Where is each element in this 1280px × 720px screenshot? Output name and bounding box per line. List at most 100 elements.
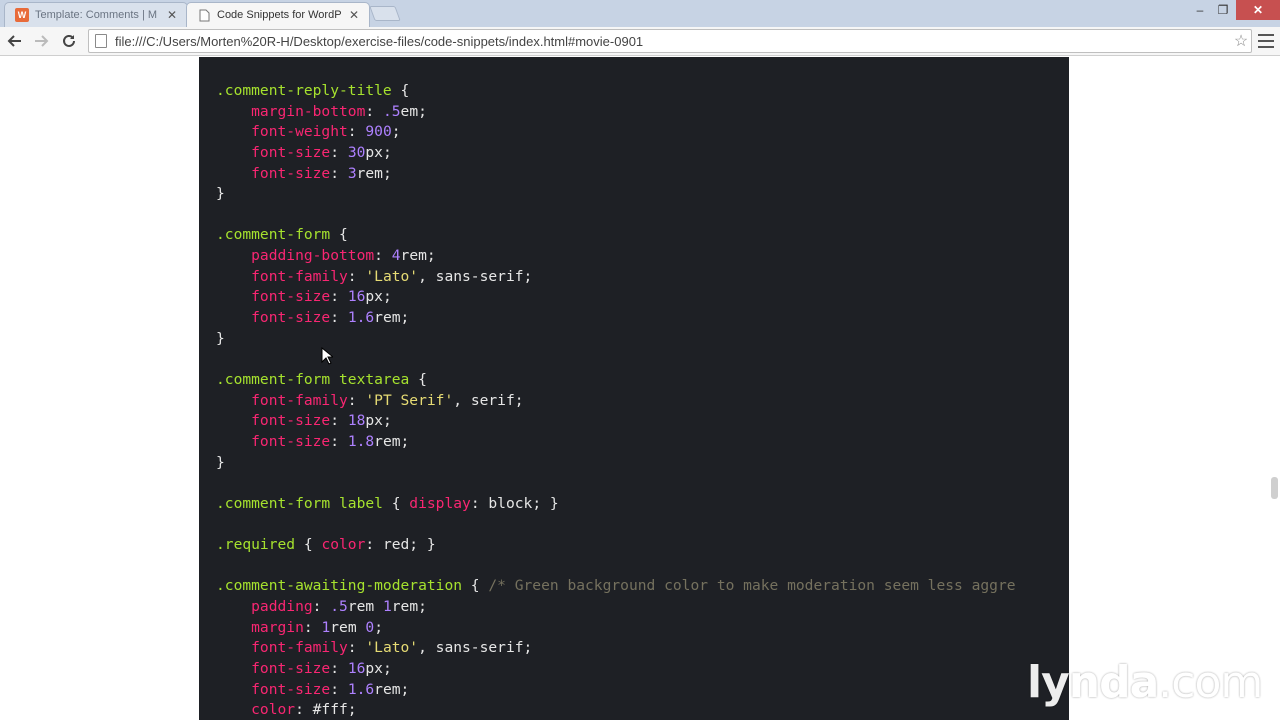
page-viewport: .comment-reply-title { margin-bottom: .5… (0, 57, 1280, 720)
code-line: font-size: 3rem; (216, 164, 1069, 185)
code-token-val: px; (365, 412, 392, 430)
page-icon (95, 34, 107, 48)
code-line: font-size: 1.6rem; (216, 308, 1069, 329)
code-line: .comment-form textarea { (216, 370, 1069, 391)
code-token-prop: font-size (216, 432, 331, 450)
code-token-num: 30 (347, 143, 366, 161)
address-bar[interactable]: file:///C:/Users/Morten%20R-H/Desktop/ex… (88, 29, 1252, 53)
scrollbar-thumb[interactable] (1271, 477, 1278, 499)
code-token-val: : (330, 143, 348, 161)
code-line: .comment-form label { display: block; } (216, 494, 1069, 515)
code-token-val: px; (365, 288, 392, 306)
code-token-val: : (347, 267, 366, 285)
code-line: font-family: 'PT Serif', serif; (216, 391, 1069, 412)
code-token-val: ; (374, 618, 383, 636)
code-token-val: rem; (374, 309, 410, 327)
close-tab-icon[interactable]: ✕ (347, 8, 361, 22)
code-token-val: : (330, 309, 348, 327)
code-token-prop: font-size (216, 164, 331, 182)
close-window-button[interactable]: ✕ (1236, 0, 1280, 20)
code-token-prop: padding (216, 598, 313, 616)
code-token-num: 0 (365, 618, 375, 636)
minimize-window-button[interactable]: – (1190, 0, 1210, 20)
hamburger-menu-icon[interactable] (1258, 32, 1274, 50)
forward-arrow-icon[interactable] (30, 30, 52, 52)
code-line: color: #fff; (216, 700, 1069, 720)
code-line: font-family: 'Lato', sans-serif; (216, 638, 1069, 659)
code-line: margin: 1rem 0; (216, 618, 1069, 639)
code-token-val: ; (391, 123, 401, 141)
new-tab-button[interactable] (369, 6, 401, 21)
code-token-val: px; (365, 143, 392, 161)
code-token-val: : (330, 659, 348, 677)
code-line: font-weight: 900; (216, 122, 1069, 143)
code-token-num: 1 (382, 598, 392, 616)
code-token-num: 900 (365, 123, 392, 141)
code-token-num: 16 (347, 659, 366, 677)
code-line: .comment-form { (216, 225, 1069, 246)
code-token-val: rem; (391, 598, 427, 616)
code-token-prop: font-size (216, 659, 331, 677)
watermark-suffix: .com (1158, 657, 1263, 708)
code-token-val: rem; (356, 164, 392, 182)
close-tab-icon[interactable]: ✕ (165, 8, 179, 22)
tab-code-snippets[interactable]: Code Snippets for WordP ✕ (186, 2, 370, 27)
code-token-val: em; (400, 102, 427, 120)
code-token-prop: font-size (216, 309, 331, 327)
code-token-prop: font-size (216, 143, 331, 161)
code-token-val: : (330, 432, 348, 450)
code-token-val: : (347, 123, 366, 141)
tab-title: Template: Comments | M (35, 9, 158, 21)
tab-template-comments[interactable]: W Template: Comments | M ✕ (4, 2, 188, 27)
code-token-val: , serif; (453, 391, 524, 409)
code-token-sel: .comment-awaiting-moderation (216, 577, 463, 595)
browser-toolbar: file:///C:/Users/Morten%20R-H/Desktop/ex… (0, 27, 1280, 56)
code-token-num: .5 (330, 598, 348, 616)
star-icon[interactable]: ☆ (1231, 31, 1251, 51)
code-line: .comment-awaiting-moderation { /* Green … (216, 576, 1069, 597)
code-token-val: { (295, 536, 322, 554)
code-token-num: 1.6 (347, 309, 375, 327)
code-token-prop: font-size (216, 288, 331, 306)
code-token-val: : block; } (470, 494, 559, 512)
code-token-num: 18 (347, 412, 366, 430)
code-line: .required { color: red; } (216, 535, 1069, 556)
back-arrow-icon[interactable] (4, 30, 26, 52)
code-token-prop: font-family (216, 639, 348, 657)
code-token-val: } (216, 329, 225, 347)
template-favicon-icon: W (15, 8, 29, 22)
code-line: font-size: 1.8rem; (216, 432, 1069, 453)
code-token-prop: font-family (216, 391, 348, 409)
code-token-sel: .comment-form textarea (216, 370, 410, 388)
tab-title: Code Snippets for WordP (217, 9, 342, 21)
code-token-num: 1 (321, 618, 331, 636)
code-token-val: { (330, 226, 348, 244)
code-token-val: rem (347, 598, 383, 616)
reload-icon[interactable] (58, 30, 80, 52)
code-token-val: , sans-serif; (418, 639, 533, 657)
lynda-watermark: lynda.com (1027, 657, 1263, 708)
code-token-prop: margin-bottom (216, 102, 366, 120)
code-snippet-block: .comment-reply-title { margin-bottom: .5… (199, 57, 1069, 720)
code-token-val: rem; (374, 432, 410, 450)
code-token-val: { (391, 82, 410, 99)
browser-title-bar: W Template: Comments | M ✕ Code Snippets… (0, 0, 1280, 27)
code-token-num: 1.8 (347, 432, 375, 450)
code-token-val: { (462, 577, 489, 595)
code-line: } (216, 184, 1069, 205)
maximize-window-button[interactable]: ❐ (1213, 0, 1233, 20)
code-token-val: : (347, 391, 366, 409)
code-token-prop: margin (216, 618, 304, 636)
address-url[interactable]: file:///C:/Users/Morten%20R-H/Desktop/ex… (115, 34, 1231, 49)
page-favicon-icon (197, 8, 211, 22)
code-token-str: 'PT Serif' (365, 391, 454, 409)
code-token-val: : (347, 639, 366, 657)
code-line: font-size: 16px; (216, 287, 1069, 308)
code-token-val: : (303, 618, 322, 636)
code-listing: .comment-reply-title { margin-bottom: .5… (216, 81, 1069, 720)
code-token-val: : (330, 164, 348, 182)
code-token-sel: .comment-form (216, 226, 331, 244)
code-token-str: 'Lato' (365, 639, 419, 657)
